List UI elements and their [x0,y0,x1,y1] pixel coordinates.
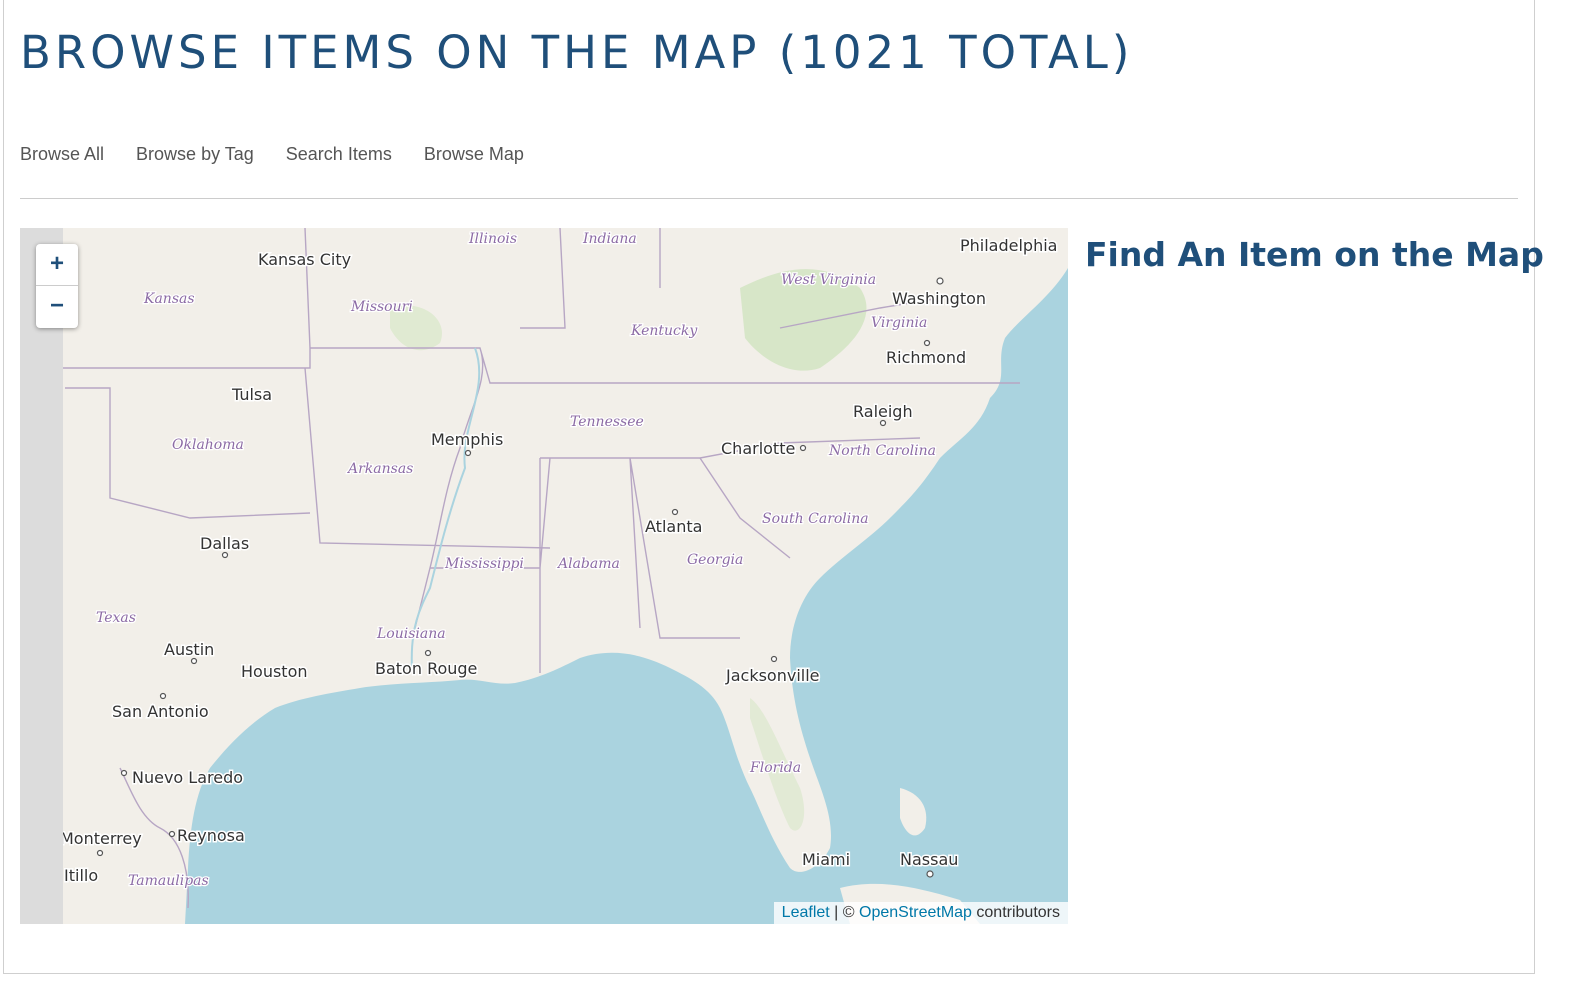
bahamas-land [900,788,927,836]
attribution-separator: | © [829,904,859,921]
map-edge-strip [20,228,63,924]
city-label: Atlanta [645,517,702,536]
zoom-control: + − [36,244,78,328]
city-label: Nassau [900,850,958,869]
city-label: Charlotte [721,439,795,458]
city-label: San Antonio [112,702,209,721]
zoom-out-button[interactable]: − [36,286,78,328]
state-label: Alabama [556,556,620,572]
state-label: Louisiana [376,626,446,642]
state-label: Georgia [687,552,743,568]
nav-divider [20,198,1518,199]
state-label: West Virginia [781,272,876,288]
state-label: Oklahoma [172,437,244,453]
state-label: Texas [96,610,136,626]
page-title: BROWSE ITEMS ON THE MAP (1021 TOTAL) [20,26,1134,79]
state-label: Missouri [350,299,413,315]
leaflet-link[interactable]: Leaflet [782,904,830,921]
state-label: North Carolina [828,443,936,459]
city-label: Reynosa [177,826,245,845]
city-label: Nuevo Laredo [132,768,243,787]
city-label: Kansas City [258,250,351,269]
state-label: Kansas [143,291,195,307]
map-container[interactable]: Illinois Indiana Kansas Missouri West Vi… [20,228,1068,924]
state-label: Florida [749,760,801,776]
find-item-heading: Find An Item on the Map [1085,235,1544,274]
state-label: Virginia [871,315,927,331]
city-label: Baton Rouge [375,659,477,678]
browse-nav: Browse All Browse by Tag Search Items Br… [20,144,524,165]
openstreetmap-link[interactable]: OpenStreetMap [859,904,972,921]
city-label: Washington [892,289,986,308]
state-label: Tamaulipas [128,873,209,889]
city-label: Monterrey [60,829,142,848]
state-label: Mississippi [444,556,524,572]
state-label: Tennessee [570,414,644,430]
zoom-in-button[interactable]: + [36,244,78,286]
city-label: Raleigh [853,402,913,421]
city-label: Houston [241,662,308,681]
map-tiles: Illinois Indiana Kansas Missouri West Vi… [20,228,1068,924]
nav-browse-map[interactable]: Browse Map [424,144,524,165]
nav-browse-all[interactable]: Browse All [20,144,104,165]
state-label: Illinois [468,231,517,247]
nav-browse-by-tag[interactable]: Browse by Tag [136,144,254,165]
city-label: Richmond [886,348,966,367]
city-label: Memphis [431,430,503,449]
city-label: Miami [802,850,850,869]
state-label: Kentucky [630,323,698,339]
nav-search-items[interactable]: Search Items [286,144,392,165]
attribution-suffix: contributors [971,904,1060,921]
city-label: Itillo [64,866,98,885]
map-attribution: Leaflet | © OpenStreetMap contributors [773,902,1068,924]
state-label: Arkansas [346,461,413,477]
city-label: Tulsa [231,385,272,404]
city-label: Dallas [200,534,249,553]
city-label: Jacksonville [725,666,820,685]
city-label: Philadelphia [960,236,1057,255]
state-label: South Carolina [762,511,869,527]
state-label: Indiana [582,231,637,247]
city-label: Austin [164,640,214,659]
